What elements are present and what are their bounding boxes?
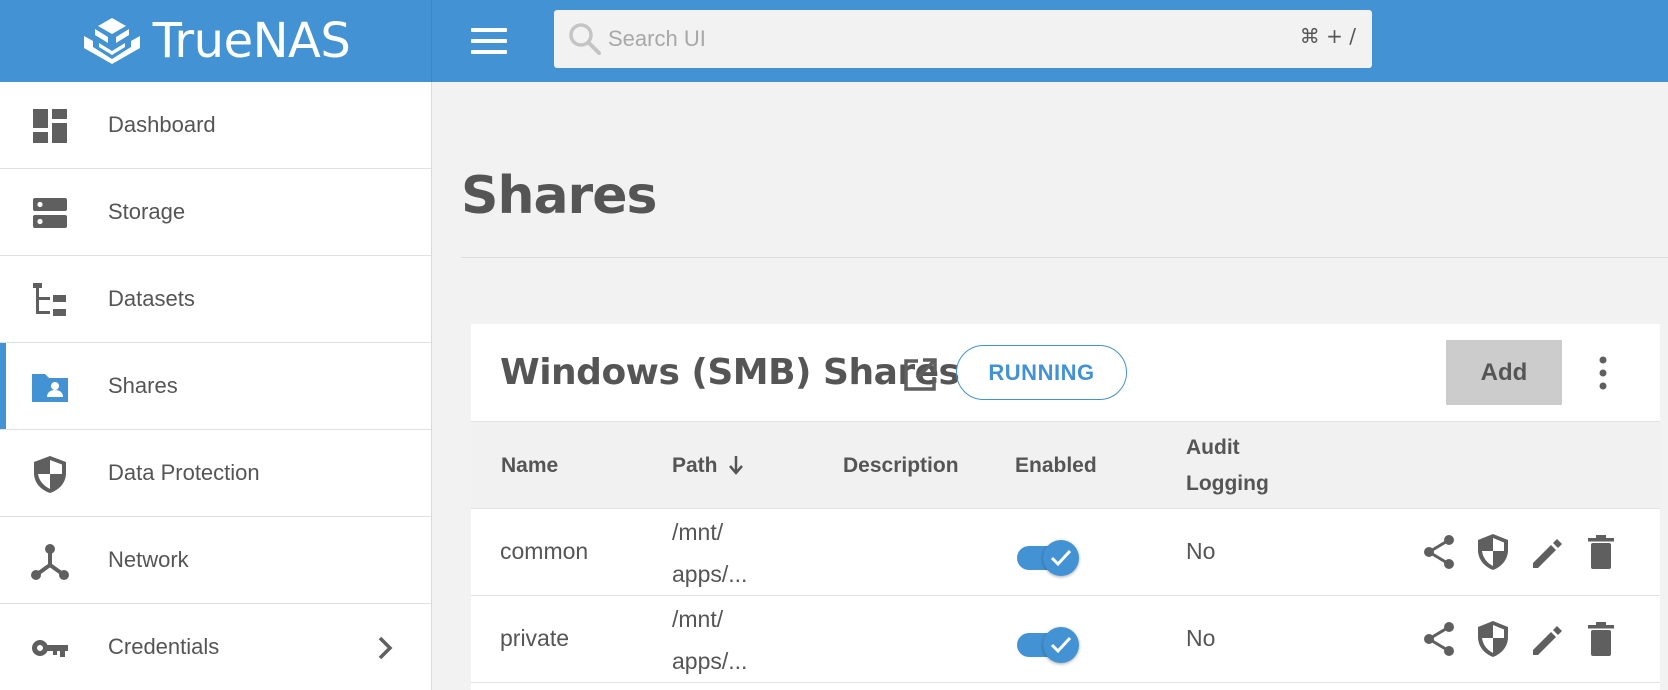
sidebar: Dashboard Storage Datasets Shares Data P… (0, 82, 432, 690)
sidebar-item-label: Network (108, 547, 189, 572)
dashboard-icon (33, 109, 67, 143)
share-path-line: /mnt/ (672, 519, 724, 545)
share-name: common (500, 538, 589, 564)
table-header: Name Path Description Enabled Audit Logg… (471, 421, 1660, 509)
sidebar-item-data-protection[interactable]: Data Protection (0, 430, 431, 517)
share-path-line: apps/... (672, 561, 748, 587)
chevron-right-icon[interactable] (374, 633, 398, 663)
open-in-new-icon[interactable] (901, 356, 939, 394)
add-share-button[interactable]: Add (1446, 340, 1562, 405)
page-title: Shares (461, 166, 657, 226)
enabled-toggle[interactable] (1015, 627, 1079, 663)
sidebar-item-storage[interactable]: Storage (0, 169, 431, 256)
service-status-badge[interactable]: RUNNING (956, 345, 1127, 400)
search-shortcut-hint: ⌘ + / (1299, 24, 1356, 48)
audit-logging-value: No (1186, 538, 1216, 564)
smb-shares-card: Windows (SMB) Shares RUNNING Add Name Pa… (471, 324, 1660, 690)
share-icon[interactable] (1421, 533, 1457, 571)
sidebar-item-label: Credentials (108, 634, 220, 659)
search-input[interactable] (608, 20, 1208, 58)
sidebar-item-label: Dashboard (108, 112, 216, 137)
table-row[interactable]: common /mnt/ apps/... No (471, 509, 1660, 596)
sidebar-item-label: Data Protection (108, 460, 260, 485)
table-row[interactable]: private /mnt/ apps/... No (471, 596, 1660, 683)
brand[interactable]: TrueNAS (0, 0, 432, 82)
card-header: Windows (SMB) Shares RUNNING Add (471, 324, 1660, 421)
sidebar-item-label: Shares (108, 373, 178, 398)
share-path: /mnt/ apps/... (672, 511, 747, 595)
sidebar-item-label: Storage (108, 199, 186, 224)
hamburger-icon-bar (471, 39, 507, 43)
search-box: ⌘ + / (554, 10, 1372, 68)
edit-pencil-icon[interactable] (1529, 620, 1565, 658)
shield-icon (34, 456, 66, 493)
column-header-audit-logging[interactable]: Audit Logging (1186, 430, 1269, 502)
hamburger-icon-bar (471, 50, 507, 54)
column-header-description[interactable]: Description (843, 448, 959, 484)
edit-pencil-icon[interactable] (1529, 533, 1565, 571)
check-icon (1050, 636, 1072, 654)
arrow-down-icon (728, 456, 743, 475)
sidebar-item-datasets[interactable]: Datasets (0, 256, 431, 343)
security-shield-icon[interactable] (1475, 620, 1511, 658)
share-path-line: apps/... (672, 648, 748, 674)
share-path-line: /mnt/ (672, 606, 724, 632)
more-vert-icon[interactable] (1595, 354, 1611, 392)
column-header-path[interactable]: Path (672, 448, 744, 484)
brand-name: TrueNAS (152, 13, 351, 69)
sidebar-item-credentials[interactable]: Credentials (0, 604, 431, 690)
column-header-enabled[interactable]: Enabled (1015, 448, 1097, 484)
share-path: /mnt/ apps/... (672, 598, 747, 682)
column-header-name[interactable]: Name (501, 448, 558, 484)
check-icon (1050, 549, 1072, 567)
sidebar-item-dashboard[interactable]: Dashboard (0, 82, 431, 169)
share-name: private (500, 625, 570, 651)
card-title: Windows (SMB) Shares (500, 352, 960, 393)
search-icon (569, 23, 601, 55)
menu-toggle-button[interactable] (470, 24, 508, 58)
hamburger-icon-bar (471, 28, 507, 32)
sidebar-item-network[interactable]: Network (0, 517, 431, 604)
network-icon (31, 544, 69, 580)
toggle-thumb (1043, 627, 1079, 663)
audit-logging-value: No (1186, 625, 1216, 651)
divider (461, 257, 1668, 258)
column-header-label: Path (672, 454, 718, 477)
sidebar-item-label: Datasets (108, 286, 195, 311)
top-bar: TrueNAS ⌘ + / (0, 0, 1668, 82)
storage-icon (33, 198, 67, 228)
delete-trash-icon[interactable] (1583, 533, 1619, 571)
delete-trash-icon[interactable] (1583, 620, 1619, 658)
share-icon[interactable] (1421, 620, 1457, 658)
shares-folder-icon (32, 374, 68, 402)
security-shield-icon[interactable] (1475, 533, 1511, 571)
truenas-logo-icon (83, 18, 140, 64)
key-icon (32, 640, 68, 657)
datasets-icon (33, 283, 66, 316)
sidebar-item-shares[interactable]: Shares (0, 343, 431, 430)
column-header-label: Logging (1186, 472, 1269, 495)
toggle-thumb (1043, 540, 1079, 576)
column-header-label: Audit (1186, 436, 1240, 459)
enabled-toggle[interactable] (1015, 540, 1079, 576)
